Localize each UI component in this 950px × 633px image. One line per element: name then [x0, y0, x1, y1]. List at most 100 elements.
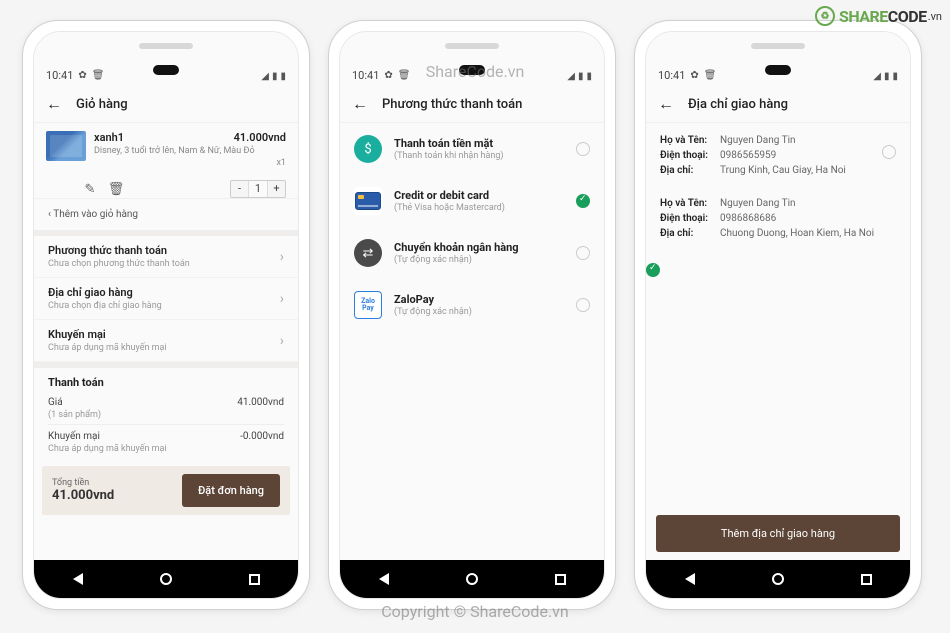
radio-unchecked[interactable]	[576, 246, 590, 260]
addr-phone: 0986565959	[720, 150, 776, 161]
place-order-button[interactable]: Đặt đơn hàng	[182, 474, 280, 507]
payment-method-cash[interactable]: $ Thanh toán tiền mặt (Thanh toán khi nh…	[340, 123, 604, 175]
bank-transfer-icon: ⇄	[354, 239, 382, 267]
pay-sub: (Thẻ Visa hoặc Mastercard)	[394, 203, 564, 213]
label-phone: Điện thoại:	[660, 150, 720, 161]
pay-title: Thanh toán tiền mặt	[394, 137, 564, 150]
status-time: 10:41	[46, 69, 73, 82]
signal-icon: ▮	[578, 71, 584, 82]
pay-sub: (Tự động xác nhận)	[394, 255, 564, 265]
brand-watermark: ♻ SHARE CODE .vn	[815, 6, 942, 26]
payment-method-zalopay[interactable]: ZaloPay ZaloPay (Tự động xác nhận)	[340, 279, 604, 331]
signal-icon: ▮	[272, 71, 278, 82]
header-title: Địa chỉ giao hàng	[688, 97, 788, 112]
signal-icon: ▮	[884, 71, 890, 82]
android-nav-bar	[646, 560, 910, 598]
option-sub: Chưa chọn phương thức thanh toán	[48, 259, 190, 269]
android-nav-bar	[34, 560, 298, 598]
cart-item: xanh1 41.000vnd Disney, 3 tuổi trở lên, …	[34, 123, 298, 176]
qty-plus-button[interactable]: +	[267, 181, 285, 197]
address-item-1[interactable]: Họ và Tên:Nguyen Dang Tin Điện thoại:098…	[646, 123, 910, 186]
gear-icon: ✿	[690, 70, 698, 81]
watermark-mid: ShareCode.vn	[426, 62, 525, 81]
phone-address: 10:41 ✿ 🗑 ◢ ▮ ▮ ← Địa chỉ giao hàng Họ v…	[634, 20, 922, 610]
phone-speaker	[139, 43, 193, 49]
back-arrow-icon[interactable]: ←	[46, 94, 62, 114]
card-icon	[354, 187, 382, 215]
pay-title: Chuyển khoản ngân hàng	[394, 241, 564, 254]
nav-home-icon[interactable]	[160, 573, 172, 585]
total-bar: Tổng tiền 41.000vnd Đặt đơn hàng	[42, 466, 290, 515]
radio-unchecked[interactable]	[576, 142, 590, 156]
add-more-link[interactable]: ‹ Thêm vào giỏ hàng	[34, 198, 298, 230]
radio-checked[interactable]	[576, 194, 590, 208]
chevron-right-icon: ›	[280, 249, 284, 265]
wifi-icon: ◢	[873, 71, 881, 82]
nav-recent-icon[interactable]	[249, 574, 260, 585]
brand-code-text: CODE	[888, 7, 927, 26]
total-label: Tổng tiền	[52, 478, 114, 488]
pay-title: ZaloPay	[394, 293, 564, 306]
delete-icon[interactable]: 🗑	[108, 181, 124, 197]
cash-icon: $	[354, 135, 382, 163]
product-desc: Disney, 3 tuổi trở lên, Nam & Nữ, Màu Đỏ	[94, 146, 286, 156]
product-name: xanh1	[94, 131, 124, 144]
edit-icon[interactable]: ✎	[82, 181, 98, 197]
radio-unchecked[interactable]	[882, 145, 896, 159]
radio-checked[interactable]	[646, 263, 660, 277]
watermark-bottom: Copyright © ShareCode.vn	[381, 602, 568, 621]
nav-home-icon[interactable]	[772, 573, 784, 585]
addr-text: Trung Kinh, Cau Giay, Ha Noi	[720, 165, 846, 176]
nav-back-icon[interactable]	[73, 573, 83, 585]
trash-icon: 🗑	[704, 70, 717, 81]
summary-price-value: 41.000vnd	[237, 397, 284, 408]
summary-promo-label: Khuyến mại	[48, 431, 100, 442]
option-promotion[interactable]: Khuyến mại Chưa áp dụng mã khuyến mại ›	[34, 320, 298, 362]
phone-camera	[153, 65, 179, 75]
app-header-cart: ← Giỏ hàng	[34, 86, 298, 123]
phone-speaker	[751, 43, 805, 49]
nav-recent-icon[interactable]	[861, 574, 872, 585]
qty-minus-button[interactable]: -	[231, 181, 249, 197]
battery-icon: ▮	[280, 71, 286, 82]
brand-share-text: SHARE	[839, 7, 888, 26]
product-price: 41.000vnd	[234, 131, 286, 144]
app-header-payment: ← Phương thức thanh toán	[340, 86, 604, 123]
wifi-icon: ◢	[261, 71, 269, 82]
summary-section: Thanh toán Giá 41.000vnd (1 sản phẩm) Kh…	[34, 368, 298, 462]
option-sub: Chưa áp dụng mã khuyến mại	[48, 343, 167, 353]
payment-method-bank[interactable]: ⇄ Chuyển khoản ngân hàng (Tự động xác nh…	[340, 227, 604, 279]
phone-cart: 10:41 ✿ 🗑 ◢ ▮ ▮ ← Giỏ hàng xanh1 41.000v…	[22, 20, 310, 610]
zalopay-icon: ZaloPay	[354, 291, 382, 319]
addr-name: Nguyen Dang Tin	[720, 135, 796, 146]
label-addr: Địa chỉ:	[660, 228, 720, 239]
radio-unchecked[interactable]	[576, 298, 590, 312]
battery-icon: ▮	[892, 71, 898, 82]
back-arrow-icon[interactable]: ←	[658, 94, 674, 114]
addr-phone: 0986868686	[720, 213, 776, 224]
nav-back-icon[interactable]	[379, 573, 389, 585]
trash-icon: 🗑	[92, 70, 105, 81]
pay-sub: (Thanh toán khi nhận hàng)	[394, 151, 564, 161]
option-shipping-address[interactable]: Địa chỉ giao hàng Chưa chọn địa chỉ giao…	[34, 278, 298, 320]
option-payment-method[interactable]: Phương thức thanh toán Chưa chọn phương …	[34, 236, 298, 278]
option-sub: Chưa chọn địa chỉ giao hàng	[48, 301, 162, 311]
back-arrow-icon[interactable]: ←	[352, 94, 368, 114]
label-phone: Điện thoại:	[660, 213, 720, 224]
brand-vn-text: .vn	[928, 10, 942, 23]
nav-recent-icon[interactable]	[555, 574, 566, 585]
address-item-2[interactable]: Họ và Tên:Nguyen Dang Tin Điện thoại:098…	[646, 186, 910, 263]
pay-title: Credit or debit card	[394, 189, 564, 202]
summary-price-sub: (1 sản phẩm)	[48, 410, 284, 420]
label-name: Họ và Tên:	[660, 135, 720, 146]
add-address-button[interactable]: Thêm địa chỉ giao hàng	[656, 515, 900, 552]
product-thumbnail[interactable]	[46, 131, 86, 161]
payment-method-card[interactable]: Credit or debit card (Thẻ Visa hoặc Mast…	[340, 175, 604, 227]
android-nav-bar	[340, 560, 604, 598]
status-time: 10:41	[658, 69, 685, 82]
nav-back-icon[interactable]	[685, 573, 695, 585]
addr-text: Chuong Duong, Hoan Kiem, Ha Noi	[720, 228, 874, 239]
header-title: Giỏ hàng	[76, 97, 128, 112]
nav-home-icon[interactable]	[466, 573, 478, 585]
header-title: Phương thức thanh toán	[382, 97, 522, 112]
